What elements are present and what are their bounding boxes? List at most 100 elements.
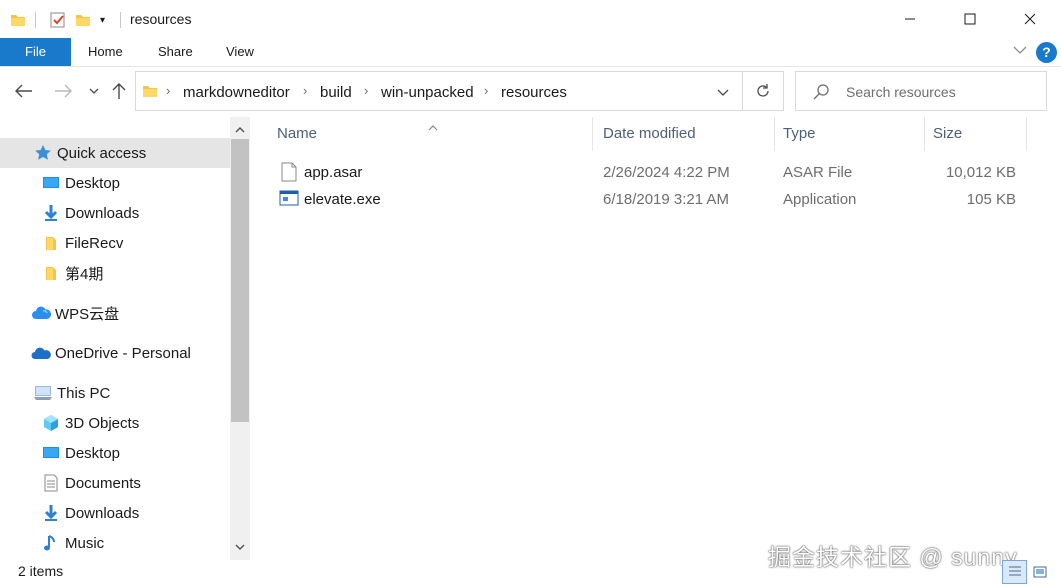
sidebar-item-label: Documents — [65, 474, 141, 492]
sidebar-item-filerecv[interactable]: FileRecv — [0, 228, 230, 258]
column-header-name[interactable]: Name — [263, 117, 593, 151]
minimize-button[interactable] — [880, 0, 940, 38]
sidebar-item-onedrive[interactable]: OneDrive - Personal — [0, 338, 230, 368]
address-bar[interactable]: › markdowneditor › build › win-unpacked … — [135, 71, 742, 111]
refresh-icon — [757, 84, 769, 97]
sidebar-item-downloads[interactable]: Downloads — [0, 198, 230, 228]
cloud-icon — [31, 303, 51, 323]
maximize-button[interactable] — [940, 0, 1000, 38]
desktop-icon — [41, 173, 61, 193]
breadcrumb-win-unpacked[interactable]: win-unpacked — [381, 84, 474, 101]
expand-ribbon-chevron-icon[interactable] — [1013, 44, 1027, 58]
breadcrumb-chevron-icon[interactable]: › — [484, 83, 488, 98]
sidebar-item-label: 第4期 — [65, 265, 104, 283]
breadcrumb-chevron-icon[interactable]: › — [364, 83, 368, 98]
forward-arrow-icon[interactable] — [50, 78, 76, 104]
folder-icon — [41, 233, 61, 253]
file-date: 2/26/2024 4:22 PM — [603, 164, 730, 181]
sidebar-item-label: Desktop — [65, 174, 121, 192]
sidebar-item-label: This PC — [57, 384, 111, 402]
scrollbar-thumb[interactable] — [231, 139, 249, 422]
separator — [35, 12, 36, 28]
sidebar-item-label: Downloads — [65, 204, 140, 222]
file-type: ASAR File — [783, 164, 853, 181]
ribbon-tabs: File Home Share View — [0, 38, 1061, 67]
new-folder-icon[interactable] — [75, 10, 91, 30]
navigation-pane: Quick access Desktop Downloads FileRecv … — [0, 117, 252, 560]
scroll-down-arrow-icon[interactable] — [230, 537, 250, 557]
sidebar-item-desktop[interactable]: Desktop — [0, 168, 230, 198]
onedrive-cloud-icon — [31, 343, 51, 363]
file-date: 6/18/2019 3:21 AM — [603, 191, 729, 208]
star-icon — [33, 143, 53, 163]
file-type: Application — [783, 191, 857, 208]
refresh-button[interactable] — [742, 71, 784, 111]
scroll-up-arrow-icon[interactable] — [230, 119, 250, 139]
breadcrumb-markdowneditor[interactable]: markdowneditor — [183, 84, 290, 101]
tab-view[interactable]: View — [226, 38, 254, 66]
folder-icon — [10, 10, 26, 30]
sidebar-item-quick-access[interactable]: Quick access — [0, 138, 230, 168]
sidebar-item-label: Desktop — [65, 444, 121, 462]
large-icons-view-icon[interactable] — [1027, 560, 1052, 584]
sidebar-item-label: FileRecv — [65, 234, 124, 252]
sidebar-item-music[interactable]: Music — [0, 528, 230, 558]
close-button[interactable] — [1000, 0, 1060, 38]
sidebar-item-label: 3D Objects — [65, 414, 140, 432]
sidebar-item-label: Downloads — [65, 504, 140, 522]
sort-ascending-icon — [428, 111, 438, 145]
breadcrumb-chevron-icon[interactable]: › — [166, 83, 170, 98]
separator — [120, 12, 121, 28]
folder-icon — [142, 83, 158, 102]
file-size: 105 KB — [966, 191, 1016, 208]
breadcrumb-resources[interactable]: resources — [501, 84, 567, 101]
sidebar-item-4th-issue[interactable]: 第4期 — [0, 258, 230, 288]
details-view-icon[interactable] — [1002, 560, 1027, 584]
search-input[interactable]: Search resources — [846, 84, 956, 100]
sidebar-item-downloads-pc[interactable]: Downloads — [0, 498, 230, 528]
sidebar-item-this-pc[interactable]: This PC — [0, 378, 230, 408]
file-name: elevate.exe — [304, 191, 381, 208]
folder-icon — [41, 263, 61, 283]
sidebar-item-label: OneDrive - Personal — [55, 344, 191, 362]
column-header-type[interactable]: Type — [769, 117, 925, 151]
column-header-date-modified[interactable]: Date modified — [589, 117, 775, 151]
window-title: resources — [130, 11, 192, 27]
breadcrumb-build[interactable]: build — [320, 84, 352, 101]
application-icon — [279, 190, 299, 210]
help-button[interactable]: ? — [1036, 42, 1057, 63]
computer-icon — [33, 383, 53, 403]
table-row[interactable]: elevate.exe 6/18/2019 3:21 AM Applicatio… — [263, 186, 1023, 213]
document-icon — [41, 473, 61, 493]
file-size: 10,012 KB — [945, 164, 1016, 181]
tab-file[interactable]: File — [0, 38, 71, 66]
breadcrumb-chevron-icon[interactable]: › — [303, 83, 307, 98]
sidebar-item-desktop-pc[interactable]: Desktop — [0, 438, 230, 468]
cube-icon — [41, 413, 61, 433]
address-history-chevron-icon[interactable] — [717, 84, 729, 100]
view-toggle — [1002, 560, 1052, 584]
file-list: Name Date modified Type Size app.asar 2/… — [263, 117, 1061, 560]
file-name: app.asar — [304, 164, 363, 181]
status-item-count: 2 items — [18, 563, 64, 579]
sidebar-item-3d-objects[interactable]: 3D Objects — [0, 408, 230, 438]
sidebar-item-wps-cloud[interactable]: WPS云盘 — [0, 298, 230, 328]
tab-share[interactable]: Share — [158, 38, 193, 66]
properties-check-icon[interactable] — [49, 10, 67, 30]
column-header-size[interactable]: Size — [919, 117, 1027, 151]
search-box[interactable]: Search resources — [795, 71, 1047, 111]
back-arrow-icon[interactable] — [11, 78, 37, 104]
sidebar-item-label: Quick access — [57, 144, 147, 162]
recent-locations-chevron-icon[interactable] — [81, 78, 107, 104]
watermark-text: 掘金技术社区 @ sunny — [768, 544, 1018, 570]
tab-home[interactable]: Home — [88, 38, 123, 66]
sidebar-item-label: WPS云盘 — [55, 305, 120, 323]
desktop-icon — [41, 443, 61, 463]
up-arrow-icon[interactable] — [106, 78, 132, 104]
customize-toolbar-dropdown-icon[interactable]: ▾ — [100, 10, 105, 30]
music-note-icon — [41, 533, 61, 553]
title-bar: ▾ resources — [0, 0, 1061, 38]
sidebar-item-documents[interactable]: Documents — [0, 468, 230, 498]
table-row[interactable]: app.asar 2/26/2024 4:22 PM ASAR File 10,… — [263, 159, 1023, 186]
sidebar-item-label: Music — [65, 534, 105, 552]
